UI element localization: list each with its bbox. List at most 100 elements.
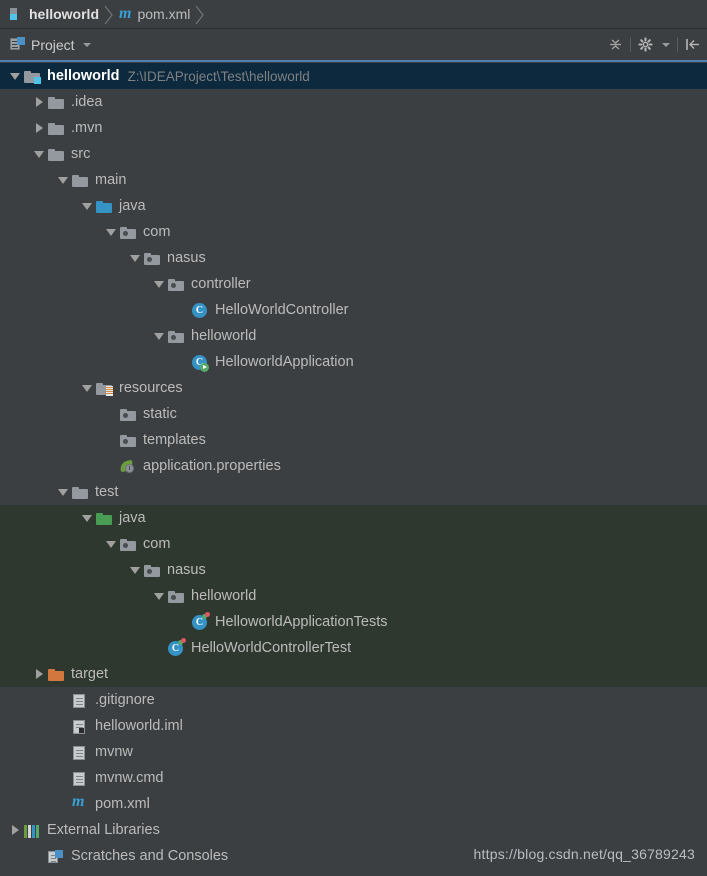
tree-row[interactable]: nasus bbox=[0, 557, 707, 583]
tree-row[interactable]: com bbox=[0, 531, 707, 557]
folder-icon bbox=[72, 174, 88, 187]
tree-row[interactable]: .gitignore bbox=[0, 687, 707, 713]
tree-row[interactable]: m pom.xml bbox=[0, 791, 707, 817]
tree-row-label: com bbox=[143, 536, 171, 552]
tree-row[interactable]: mvnw bbox=[0, 739, 707, 765]
expand-arrow-down-icon[interactable] bbox=[130, 254, 140, 262]
expand-arrow-down-icon[interactable] bbox=[82, 514, 92, 522]
tree-row-label: resources bbox=[119, 380, 183, 396]
expand-arrow-down-icon[interactable] bbox=[154, 280, 164, 288]
expand-arrow-down-icon[interactable] bbox=[154, 592, 164, 600]
tree-row[interactable]: static bbox=[0, 401, 707, 427]
project-title-group[interactable]: Project bbox=[10, 37, 91, 53]
tree-row-toggle[interactable] bbox=[150, 592, 168, 600]
tree-row[interactable]: src bbox=[0, 141, 707, 167]
tree-row-toggle[interactable] bbox=[78, 384, 96, 392]
maven-icon: m bbox=[72, 792, 85, 810]
expand-arrow-down-icon[interactable] bbox=[82, 202, 92, 210]
iml-file-icon bbox=[73, 719, 85, 734]
maven-icon: m bbox=[119, 5, 132, 22]
tree-row[interactable]: main bbox=[0, 167, 707, 193]
tree-row[interactable]: External Libraries bbox=[0, 817, 707, 843]
tree-row[interactable]: helloworld bbox=[0, 323, 707, 349]
tree-row-toggle[interactable] bbox=[78, 202, 96, 210]
package-icon bbox=[120, 538, 136, 551]
breadcrumb-item-pom[interactable]: m pom.xml bbox=[115, 0, 194, 29]
expand-arrow-right-icon[interactable] bbox=[35, 97, 43, 107]
collapse-all-icon[interactable] bbox=[608, 37, 623, 52]
tree-row-toggle[interactable] bbox=[102, 540, 120, 548]
tree-row[interactable]: controller bbox=[0, 271, 707, 297]
tree-row-label: .gitignore bbox=[95, 692, 155, 708]
tree-row[interactable]: helloworld Z:\IDEAProject\Test\helloworld bbox=[0, 63, 707, 89]
java-class-icon: C bbox=[192, 302, 207, 318]
expand-arrow-down-icon[interactable] bbox=[82, 384, 92, 392]
java-test-class-icon: C bbox=[168, 637, 186, 656]
tree-row-toggle[interactable] bbox=[30, 123, 48, 133]
tree-row[interactable]: .idea bbox=[0, 89, 707, 115]
tree-row[interactable]: target bbox=[0, 661, 707, 687]
tree-row-toggle[interactable] bbox=[54, 488, 72, 496]
breadcrumb-item-module[interactable]: helloworld bbox=[6, 0, 103, 29]
tree-row-label: HelloWorldController bbox=[215, 302, 349, 318]
chevron-down-icon[interactable] bbox=[82, 42, 91, 47]
tree-row[interactable]: templates bbox=[0, 427, 707, 453]
breadcrumb: helloworld m pom.xml bbox=[0, 0, 707, 29]
gear-icon[interactable] bbox=[638, 37, 653, 52]
tree-row[interactable]: mvnw.cmd bbox=[0, 765, 707, 791]
expand-arrow-down-icon[interactable] bbox=[58, 176, 68, 184]
expand-arrow-right-icon[interactable] bbox=[11, 825, 19, 835]
tree-row-toggle[interactable] bbox=[6, 825, 24, 835]
tree-row-icon bbox=[120, 224, 137, 241]
tree-row[interactable]: resources bbox=[0, 375, 707, 401]
breadcrumb-pom-label: pom.xml bbox=[137, 6, 191, 22]
expand-arrow-right-icon[interactable] bbox=[35, 669, 43, 679]
tree-row[interactable]: .mvn bbox=[0, 115, 707, 141]
hide-icon[interactable] bbox=[685, 37, 701, 52]
breadcrumb-separator-icon-2 bbox=[194, 0, 206, 29]
tree-row-label: target bbox=[71, 666, 109, 682]
gear-chevron-down-icon[interactable] bbox=[662, 42, 670, 47]
expand-arrow-down-icon[interactable] bbox=[34, 150, 44, 158]
tree-row-toggle[interactable] bbox=[54, 176, 72, 184]
project-tree[interactable]: helloworld Z:\IDEAProject\Test\helloworld… bbox=[0, 63, 707, 876]
tree-row-label: java bbox=[119, 198, 146, 214]
tree-row-toggle[interactable] bbox=[30, 669, 48, 679]
tree-row-toggle[interactable] bbox=[30, 97, 48, 107]
tree-row[interactable]: helloworld.iml bbox=[0, 713, 707, 739]
expand-arrow-down-icon[interactable] bbox=[106, 228, 116, 236]
tree-row[interactable]: C HelloWorldController bbox=[0, 297, 707, 323]
tree-row-toggle[interactable] bbox=[126, 254, 144, 262]
tree-row-toggle[interactable] bbox=[126, 566, 144, 574]
tree-row-icon bbox=[120, 432, 137, 449]
expand-arrow-down-icon[interactable] bbox=[154, 332, 164, 340]
expand-arrow-down-icon[interactable] bbox=[10, 72, 20, 80]
tool-window-buttons bbox=[608, 37, 701, 52]
expand-arrow-down-icon[interactable] bbox=[106, 540, 116, 548]
tree-row[interactable]: application.properties bbox=[0, 453, 707, 479]
tree-row[interactable]: helloworld bbox=[0, 583, 707, 609]
tree-row-toggle[interactable] bbox=[150, 280, 168, 288]
tree-row-toggle[interactable] bbox=[102, 228, 120, 236]
tree-row-toggle[interactable] bbox=[78, 514, 96, 522]
tree-row[interactable]: java bbox=[0, 505, 707, 531]
tree-row[interactable]: C HelloworldApplication bbox=[0, 349, 707, 375]
tree-row[interactable]: java bbox=[0, 193, 707, 219]
tree-row-label: nasus bbox=[167, 250, 206, 266]
tree-row-toggle[interactable] bbox=[30, 150, 48, 158]
tree-row[interactable]: nasus bbox=[0, 245, 707, 271]
tree-row[interactable]: C HelloWorldControllerTest bbox=[0, 635, 707, 661]
expand-arrow-down-icon[interactable] bbox=[130, 566, 140, 574]
folder-icon bbox=[48, 96, 64, 109]
expand-arrow-right-icon[interactable] bbox=[35, 123, 43, 133]
watermark: https://blog.csdn.net/qq_36789243 bbox=[473, 846, 695, 862]
tree-row-toggle[interactable] bbox=[150, 332, 168, 340]
expand-arrow-down-icon[interactable] bbox=[58, 488, 68, 496]
tree-row-toggle[interactable] bbox=[6, 72, 24, 80]
tree-row-icon bbox=[72, 718, 89, 735]
tree-row[interactable]: C HelloworldApplicationTests bbox=[0, 609, 707, 635]
tree-row[interactable]: com bbox=[0, 219, 707, 245]
breadcrumb-module-label: helloworld bbox=[29, 6, 99, 22]
package-icon bbox=[144, 252, 160, 265]
tree-row[interactable]: test bbox=[0, 479, 707, 505]
